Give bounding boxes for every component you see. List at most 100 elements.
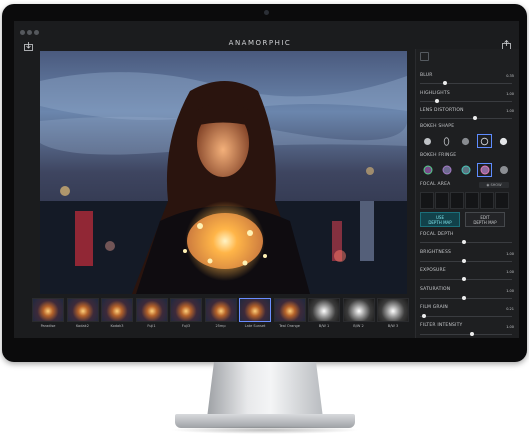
title-bar: ANAMORPHIC	[14, 21, 519, 51]
focal-cell[interactable]	[465, 192, 479, 209]
circle-shape-option[interactable]	[420, 134, 435, 148]
filter-label: B/W 1	[318, 324, 330, 328]
bokeh-fringe-row	[420, 163, 512, 177]
lens-distortion-label: LENS DISTORTION	[420, 108, 464, 113]
brightness-slider[interactable]	[420, 259, 512, 263]
panel-toggle-button[interactable]	[420, 52, 429, 61]
focal-cell[interactable]	[435, 192, 449, 209]
app-title: ANAMORPHIC	[228, 39, 292, 47]
filter-preview-image	[135, 298, 168, 322]
camera-dot	[264, 10, 269, 15]
focal-area-label: FOCAL AREA	[420, 182, 451, 187]
filter-thumbnail[interactable]: Fuji3	[170, 298, 202, 336]
close-dot[interactable]	[20, 30, 25, 35]
film-grain-slider[interactable]	[420, 314, 512, 318]
exposure-slider[interactable]	[420, 277, 512, 281]
filter-thumbnail[interactable]: 25mp	[204, 298, 237, 336]
filter-thumbnail[interactable]: Paradise	[32, 298, 64, 336]
filter-thumbnail[interactable]: B/W 2	[342, 298, 375, 336]
use-depth-line2: DEPTH MAP	[428, 220, 452, 225]
filter-preview-image	[377, 298, 409, 322]
filter-filmstrip: Paradise Kodak2 Kodak3 Fuji1 Fuji3 25mp Late S…	[32, 298, 410, 336]
slider-knob[interactable]	[421, 314, 426, 318]
slider-knob[interactable]	[469, 332, 474, 336]
slider-knob[interactable]	[462, 259, 467, 263]
use-depth-map-button[interactable]: USE DEPTH MAP	[420, 212, 460, 227]
stand-shadow	[170, 426, 360, 434]
filter-label: 25mp	[215, 324, 226, 328]
highlights-value: 1.00	[506, 92, 514, 96]
focal-cell[interactable]	[450, 192, 464, 209]
monitor-stand-neck	[207, 362, 323, 418]
slider-knob[interactable]	[473, 116, 478, 120]
filter-preview-image	[273, 298, 306, 322]
disc-shape-option[interactable]	[477, 134, 492, 148]
filter-intensity-value: 1.00	[506, 325, 514, 329]
focal-cell[interactable]	[480, 192, 494, 209]
blur-slider[interactable]	[420, 81, 512, 85]
photo-preview[interactable]	[40, 51, 407, 294]
soft-circle-shape-option[interactable]	[458, 134, 473, 148]
film-grain-value: 0.21	[506, 307, 514, 311]
filter-thumbnail[interactable]: B/W 1	[308, 298, 340, 336]
filter-preview-image	[308, 298, 340, 322]
monitor-bezel: ANAMORPHIC Paradise Kodak2 Kodak3 Fuji1 …	[2, 4, 527, 362]
filter-preview-image	[342, 298, 375, 322]
fringe-teal-option[interactable]	[458, 163, 473, 177]
saturation-label: SATURATION	[420, 287, 451, 292]
show-label: SHOW	[490, 183, 502, 187]
blur-label: BLUR	[420, 73, 433, 78]
filter-label: Kodak3	[110, 324, 124, 328]
blur-value: 0.35	[506, 74, 514, 78]
filter-preview-image	[101, 298, 133, 322]
edit-depth-map-button[interactable]: EDIT DEPTH MAP	[465, 212, 505, 227]
filter-label: Paradise	[40, 324, 56, 328]
bokeh-shape-row	[420, 134, 512, 148]
filter-label: B/W 2	[353, 324, 364, 328]
slider-knob[interactable]	[442, 81, 447, 85]
fringe-purple-option[interactable]	[439, 163, 454, 177]
import-icon[interactable]	[24, 42, 33, 51]
adjustments-panel: BLUR 0.35 HIGHLIGHTS 1.00 LENS DISTORTIO…	[415, 49, 519, 338]
focal-cell[interactable]	[495, 192, 509, 209]
minimize-dot[interactable]	[27, 30, 32, 35]
slider-knob[interactable]	[462, 296, 467, 300]
bokeh-fringe-label: BOKEH FRINGE	[420, 153, 457, 158]
ring-shape-option[interactable]	[496, 134, 511, 148]
filter-preview-image	[170, 298, 202, 322]
filter-label: Teal Orange	[279, 324, 300, 328]
saturation-slider[interactable]	[420, 296, 512, 300]
slider-knob[interactable]	[434, 99, 439, 103]
filter-preview-image	[32, 298, 64, 322]
slider-knob[interactable]	[462, 277, 467, 281]
saturation-value: 1.00	[506, 289, 514, 293]
zoom-dot[interactable]	[34, 30, 39, 35]
filter-thumbnail[interactable]: Kodak2	[66, 298, 99, 336]
fringe-pink-option[interactable]	[477, 163, 492, 177]
highlights-label: HIGHLIGHTS	[420, 91, 450, 96]
lens-distortion-value: 1.00	[506, 109, 514, 113]
show-focal-button[interactable]: ◉ SHOW	[479, 182, 509, 188]
highlights-slider[interactable]	[420, 99, 512, 103]
filter-label: Fuji3	[181, 324, 191, 328]
fringe-green-magenta-option[interactable]	[420, 163, 435, 177]
oval-shape-option[interactable]	[439, 134, 454, 148]
exposure-label: EXPOSURE	[420, 268, 446, 273]
slider-knob[interactable]	[462, 240, 467, 244]
filter-preview-image	[204, 298, 237, 322]
app-window: ANAMORPHIC Paradise Kodak2 Kodak3 Fuji1 …	[14, 21, 519, 338]
lens-distortion-slider[interactable]	[420, 116, 512, 120]
filter-thumbnail[interactable]: Fuji1	[135, 298, 168, 336]
bokeh-shape-label: BOKEH SHAPE	[420, 124, 455, 129]
focal-depth-slider[interactable]	[420, 240, 512, 244]
filter-thumbnail[interactable]: B/W 3	[377, 298, 409, 336]
fringe-grey-option[interactable]	[496, 163, 511, 177]
filter-thumbnail[interactable]: Kodak3	[101, 298, 133, 336]
exposure-value: 1.00	[506, 270, 514, 274]
filter-thumbnail[interactable]: Late Sunset	[239, 298, 271, 336]
brightness-label: BRIGHTNESS	[420, 250, 452, 255]
filter-thumbnail[interactable]: Teal Orange	[273, 298, 306, 336]
filter-label: Kodak2	[76, 324, 89, 328]
filter-intensity-slider[interactable]	[420, 332, 512, 336]
focal-cell[interactable]	[420, 192, 434, 209]
